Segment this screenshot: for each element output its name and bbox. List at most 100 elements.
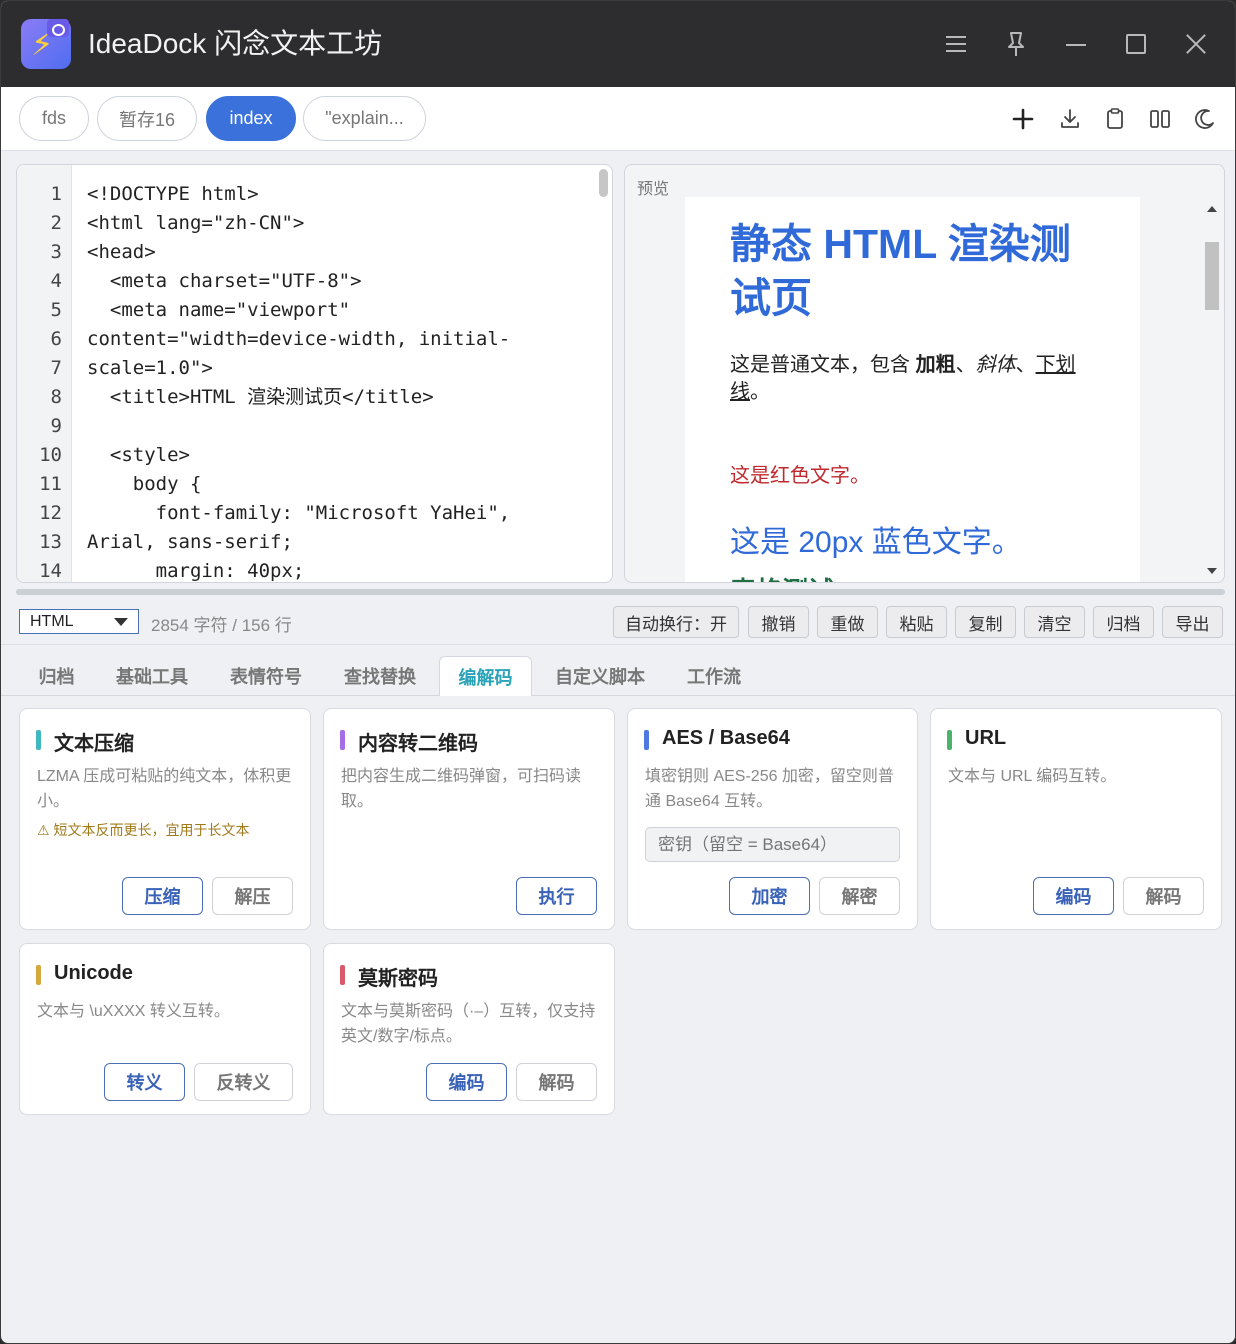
compress-button[interactable]: 压缩 (122, 877, 203, 915)
code-line[interactable]: margin: 40px; (87, 557, 305, 582)
code-line[interactable]: font-family: "Microsoft YaHei", (87, 499, 511, 528)
preview-scrollbar[interactable] (1200, 197, 1224, 582)
doc-tab-explain[interactable]: "explain... (303, 96, 426, 141)
line-number: 3 (50, 241, 62, 263)
card-accent (644, 730, 649, 750)
minimize-icon[interactable] (1061, 29, 1091, 59)
divider (1, 644, 1235, 645)
menu-icon[interactable] (941, 29, 971, 59)
url-decode-button[interactable]: 解码 (1123, 877, 1204, 915)
preview-blue-text: 这是 20px 蓝色文字。 (730, 526, 1022, 559)
export-button[interactable]: 导出 (1162, 606, 1223, 638)
plus-icon[interactable] (1009, 105, 1037, 133)
clear-button[interactable]: 清空 (1024, 606, 1085, 638)
preview-text: 这是普通文本，包含 (730, 354, 916, 376)
code-line[interactable]: <!DOCTYPE html> (87, 180, 259, 209)
tab-encode-decode[interactable]: 编解码 (439, 656, 532, 696)
decrypt-button[interactable]: 解密 (819, 877, 900, 915)
word-wrap-button[interactable]: 自动换行：开 (613, 606, 739, 638)
line-number: 10 (39, 444, 62, 466)
preview-page: 静态 HTML 渲染测 试页 这是普通文本，包含 加粗、斜体、下划 线。 这是红色… (685, 197, 1140, 582)
preview-heading-line: 试页 (730, 275, 812, 321)
doc-tab-fds[interactable]: fds (19, 96, 89, 141)
split-view-icon[interactable] (1146, 105, 1174, 133)
tab-emoji[interactable]: 表情符号 (220, 656, 312, 696)
card-description: 文本与 URL 编码互转。 (948, 768, 1117, 785)
maximize-icon[interactable] (1121, 29, 1151, 59)
code-line[interactable]: content="width=device-width, initial- (87, 325, 510, 354)
code-line[interactable]: <head> (87, 238, 156, 267)
escape-button[interactable]: 转义 (104, 1063, 185, 1101)
tab-workflow[interactable]: 工作流 (675, 656, 753, 696)
tab-archive[interactable]: 归档 (19, 656, 94, 696)
morse-encode-button[interactable]: 编码 (426, 1063, 507, 1101)
card-description: 填密钥则 AES-256 加密，留空则普通 Base64 互转。 (645, 768, 894, 810)
line-number: 7 (50, 357, 62, 379)
code-line[interactable]: body { (87, 470, 202, 499)
key-input[interactable] (645, 827, 900, 862)
paste-button[interactable]: 粘贴 (886, 606, 947, 638)
code-line[interactable]: <html lang="zh-CN"> (87, 209, 304, 238)
tab-find-replace[interactable]: 查找替换 (334, 656, 426, 696)
card-accent (340, 730, 345, 750)
preview-bold-text: 加粗 (915, 354, 956, 376)
redo-button[interactable]: 重做 (817, 606, 878, 638)
close-icon[interactable] (1181, 29, 1211, 59)
preview-text: 、 (1015, 354, 1036, 376)
scroll-down-icon[interactable] (1207, 568, 1217, 574)
line-number: 9 (50, 415, 62, 437)
code-line[interactable]: <title>HTML 渲染测试页</title> (87, 383, 434, 412)
card-title: URL (965, 727, 1007, 749)
card-accent (36, 965, 41, 985)
url-encode-button[interactable]: 编码 (1033, 877, 1114, 915)
language-select-value: HTML (30, 613, 74, 630)
card-title: 文本压缩 (54, 733, 134, 755)
doc-tab-temp16[interactable]: 暂存16 (97, 96, 197, 141)
editor-scrollbar-thumb[interactable] (599, 169, 608, 197)
card-title: 内容转二维码 (358, 733, 478, 755)
language-select[interactable]: HTML (19, 609, 139, 634)
code-line[interactable]: <meta charset="UTF-8"> (87, 267, 362, 296)
encrypt-button[interactable]: 加密 (729, 877, 810, 915)
archive-button[interactable]: 归档 (1093, 606, 1154, 638)
download-icon[interactable] (1056, 105, 1084, 133)
doc-tab-index[interactable]: index (206, 96, 296, 141)
pane-splitter[interactable] (16, 589, 1225, 595)
card-accent (36, 730, 41, 750)
app-title: IdeaDock 闪念文本工坊 (88, 28, 383, 59)
pin-icon[interactable] (1001, 29, 1031, 59)
tab-custom-script[interactable]: 自定义脚本 (545, 656, 655, 696)
scroll-up-icon[interactable] (1207, 206, 1217, 212)
document-tab-bar: fds 暂存16 index "explain... (1, 87, 1235, 151)
code-line[interactable]: scale=1.0"> (87, 354, 213, 383)
undo-button[interactable]: 撤销 (748, 606, 809, 638)
card-title: 莫斯密码 (358, 968, 438, 990)
line-number-gutter: 1 2 3 4 5 6 7 8 9 10 11 12 13 14 (17, 165, 72, 582)
preview-italic-text: 斜体 (975, 354, 1016, 376)
card-text-compress: 文本压缩 LZMA 压成可粘贴的纯文本，体积更小。 ⚠ 短文本反而更长，宜用于长… (19, 708, 311, 930)
preview-pane: 预览 静态 HTML 渲染测 试页 这是普通文本，包含 加粗、斜体、下划 线。 这… (624, 164, 1225, 583)
unescape-button[interactable]: 反转义 (194, 1063, 293, 1101)
copy-button[interactable]: 复制 (955, 606, 1016, 638)
tab-basic-tools[interactable]: 基础工具 (106, 656, 198, 696)
line-number: 8 (50, 386, 62, 408)
preview-heading-line: 静态 HTML 渲染测 (730, 221, 1071, 267)
editor-stats: 2854 字符 / 156 行 (151, 616, 292, 635)
clipboard-icon[interactable] (1101, 105, 1129, 133)
preview-paragraph: 这是普通文本，包含 加粗、斜体、下划 线。 (730, 352, 1100, 406)
line-number: 13 (39, 531, 62, 553)
morse-decode-button[interactable]: 解码 (516, 1063, 597, 1101)
moon-icon[interactable] (1191, 105, 1219, 133)
code-editor[interactable]: 1 2 3 4 5 6 7 8 9 10 11 12 13 14 <!DOCTY… (16, 164, 613, 583)
line-number: 6 (50, 328, 62, 350)
title-bar[interactable]: ⚡ IdeaDock 闪念文本工坊 (1, 1, 1235, 87)
decompress-button[interactable]: 解压 (212, 877, 293, 915)
code-line[interactable]: Arial, sans-serif; (87, 528, 293, 557)
execute-button[interactable]: 执行 (516, 877, 597, 915)
line-number: 11 (39, 473, 62, 495)
app-window: ⚡ IdeaDock 闪念文本工坊 fds 暂存16 index "explai… (0, 0, 1236, 1344)
code-line[interactable]: <style> (87, 441, 190, 470)
preview-scrollbar-thumb[interactable] (1205, 242, 1219, 310)
card-warning: ⚠ 短文本反而更长，宜用于长文本 (37, 822, 250, 838)
code-line[interactable]: <meta name="viewport" (87, 296, 350, 325)
